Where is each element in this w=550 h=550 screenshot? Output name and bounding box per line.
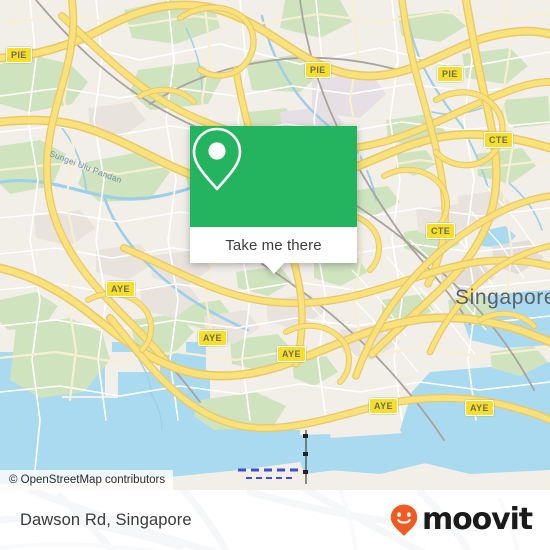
moovit-smiley-pin-icon xyxy=(390,504,418,536)
highway-shield-pie-3: PIE xyxy=(437,66,463,82)
highway-shield-aye-3: AYE xyxy=(277,346,306,362)
osm-attribution[interactable]: © OpenStreetMap contributors xyxy=(0,470,174,490)
highway-shield-cte-1: CTE xyxy=(484,132,514,148)
highway-shield-aye-1: AYE xyxy=(106,281,135,297)
highway-shield-cte-2: CTE xyxy=(426,223,456,239)
highway-shield-aye-5: AYE xyxy=(465,400,494,416)
moovit-wordmark: moovit xyxy=(421,502,533,537)
map-canvas[interactable]: .w { fill:#aadaf0; } .pk { fill:#cfe3bf;… xyxy=(0,0,550,490)
popup-header xyxy=(190,126,357,227)
popup-action-row[interactable]: Take me there xyxy=(190,227,357,263)
map-pin-icon xyxy=(192,127,242,191)
highway-shield-pie-1: PIE xyxy=(6,47,32,63)
moovit-map-share-card: .w { fill:#aadaf0; } .pk { fill:#cfe3bf;… xyxy=(0,0,550,550)
highway-shield-aye-2: AYE xyxy=(198,330,227,346)
highway-shield-pie-2: PIE xyxy=(305,62,331,78)
highway-shield-aye-4: AYE xyxy=(369,398,398,414)
destination-popup-card[interactable]: Take me there xyxy=(190,126,357,274)
footer-bar: Dawson Rd, Singapore moovit xyxy=(0,490,550,550)
moovit-logo: moovit xyxy=(389,502,533,537)
address-label: Dawson Rd, Singapore xyxy=(20,510,192,529)
city-label-singapore: Singapore xyxy=(455,286,550,309)
take-me-there-label: Take me there xyxy=(225,236,322,254)
popup-pointer xyxy=(263,263,284,274)
